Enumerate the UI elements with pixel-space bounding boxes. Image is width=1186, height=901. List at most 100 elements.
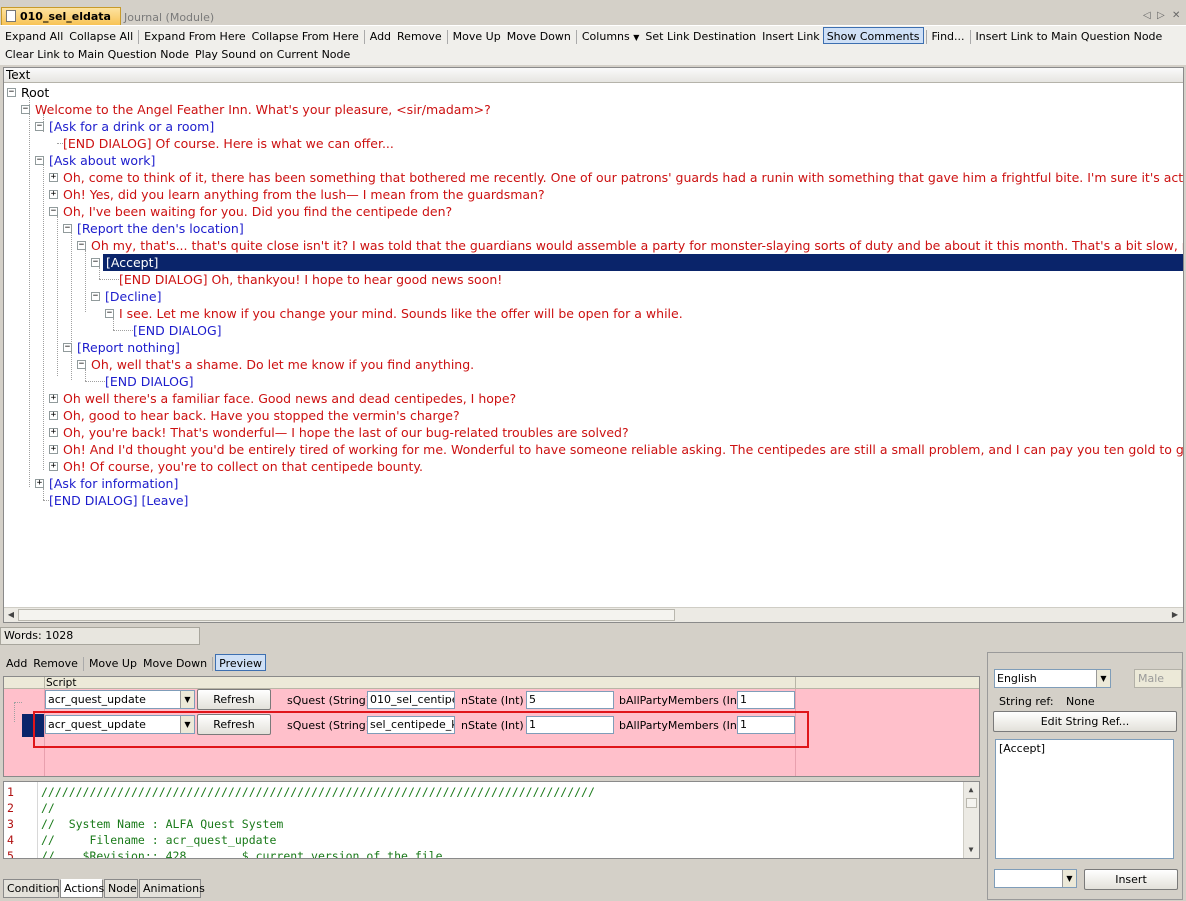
insert-token-select[interactable]: ▼ (994, 869, 1077, 888)
find-button[interactable]: Find... (929, 28, 968, 45)
clear-link-main-question-button[interactable]: Clear Link to Main Question Node (2, 46, 192, 63)
move-down-button[interactable]: Move Down (504, 28, 574, 45)
collapse-icon[interactable]: − (7, 88, 16, 97)
tab-node[interactable]: Node (104, 879, 138, 898)
tree-node[interactable]: + Oh, you're back! That's wonderful— I h… (4, 424, 1183, 441)
tree-node[interactable]: − Oh, I've been waiting for you. Did you… (4, 203, 1183, 220)
language-select[interactable]: English ▼ (994, 669, 1111, 688)
tree-node-selected[interactable]: [Accept] (103, 254, 1183, 271)
expand-icon[interactable]: + (35, 479, 44, 488)
collapse-icon[interactable]: − (49, 207, 58, 216)
scroll-down-icon[interactable]: ▼ (965, 844, 977, 856)
insert-button[interactable]: Insert (1084, 869, 1178, 890)
move-down-action-button[interactable]: Move Down (140, 655, 210, 672)
tree-node[interactable]: + Oh, come to think of it, there has bee… (4, 169, 1183, 186)
tree-node[interactable]: [END DIALOG] (4, 369, 1183, 390)
scroll-right-icon[interactable]: ▶ (1169, 609, 1181, 621)
tree-node[interactable]: − Oh my, that's... that's quite close is… (4, 237, 1183, 254)
insert-link-main-question-button[interactable]: Insert Link to Main Question Node (973, 28, 1166, 45)
scroll-thumb[interactable] (18, 609, 675, 621)
tab-conditions[interactable]: Conditions (3, 879, 65, 898)
refresh-button[interactable]: Refresh (197, 689, 271, 710)
expand-icon[interactable]: + (49, 428, 58, 437)
column-header-text[interactable]: Text (4, 68, 1183, 83)
tree-node[interactable]: [END DIALOG] [Leave] (4, 488, 1183, 509)
expand-icon[interactable]: + (49, 190, 58, 199)
ballparty-field[interactable]: 1 (737, 691, 795, 709)
gender-select[interactable]: Male (1134, 669, 1182, 688)
vertical-scrollbar[interactable]: ▲ ▼ (963, 782, 979, 858)
nstate-field[interactable]: 5 (526, 691, 614, 709)
tree-node[interactable]: − [Report the den's location] (4, 220, 1183, 237)
remove-action-button[interactable]: Remove (30, 655, 81, 672)
tree-node[interactable]: − I see. Let me know if you change your … (4, 305, 1183, 322)
tree-node-root[interactable]: − Root (4, 84, 1183, 101)
collapse-icon[interactable]: − (21, 105, 30, 114)
expand-icon[interactable]: + (49, 173, 58, 182)
tree-node[interactable]: [END DIALOG] (4, 318, 1183, 339)
scroll-right-icon[interactable]: ▷ (1157, 10, 1165, 21)
tree-node[interactable]: + Oh! Of course, you're to collect on th… (4, 458, 1183, 475)
scroll-left-icon[interactable]: ◁ (1143, 10, 1151, 21)
scroll-left-icon[interactable]: ◀ (5, 609, 17, 621)
squest-field[interactable]: 010_sel_centiped (367, 691, 455, 709)
tree-node[interactable]: − [Ask about work] (4, 152, 1183, 169)
collapse-icon[interactable]: − (63, 224, 72, 233)
insert-link-button[interactable]: Insert Link (759, 28, 823, 45)
expand-all-button[interactable]: Expand All (2, 28, 66, 45)
tree-node[interactable]: − Oh, well that's a shame. Do let me kno… (4, 356, 1183, 373)
collapse-icon[interactable]: − (63, 343, 72, 352)
chevron-down-icon[interactable]: ▼ (1096, 670, 1110, 687)
move-up-action-button[interactable]: Move Up (86, 655, 140, 672)
tree-node[interactable]: + [Ask for information] (4, 475, 1183, 492)
tree-node[interactable]: + Oh! Yes, did you learn anything from t… (4, 186, 1183, 203)
close-icon[interactable]: ✕ (1172, 10, 1180, 21)
tree-node[interactable]: [END DIALOG] Oh, thankyou! I hope to hea… (4, 267, 1183, 288)
remove-button[interactable]: Remove (394, 28, 445, 45)
script-select[interactable]: acr_quest_update ▼ (45, 690, 195, 709)
collapse-icon[interactable]: − (35, 122, 44, 131)
tree-node[interactable]: + Oh! And I'd thought you'd be entirely … (4, 441, 1183, 458)
node-text-editor[interactable]: [Accept] (995, 739, 1174, 859)
tree-node[interactable]: − [Decline] (4, 288, 1183, 305)
tab-journal-module[interactable]: Journal (Module) (124, 11, 214, 24)
scroll-up-icon[interactable]: ▲ (965, 784, 977, 796)
preview-toggle[interactable]: Preview (215, 654, 266, 671)
move-up-button[interactable]: Move Up (450, 28, 504, 45)
tab-010-sel-eldata[interactable]: 010_sel_eldata (1, 7, 121, 26)
add-button[interactable]: Add (367, 28, 394, 45)
tree-node[interactable]: + Oh, good to hear back. Have you stoppe… (4, 407, 1183, 424)
collapse-icon[interactable]: − (105, 309, 114, 318)
expand-icon[interactable]: + (49, 462, 58, 471)
set-link-destination-button[interactable]: Set Link Destination (642, 28, 759, 45)
tree-node[interactable]: − [Report nothing] (4, 339, 1183, 356)
tree-node[interactable]: + Oh well there's a familiar face. Good … (4, 390, 1183, 407)
collapse-from-here-button[interactable]: Collapse From Here (249, 28, 362, 45)
columns-dropdown[interactable]: Columns ▼ (579, 28, 643, 45)
collapse-icon[interactable]: − (77, 241, 86, 250)
tab-animations[interactable]: Animations (139, 879, 205, 898)
tree-node[interactable]: − [Ask for a drink or a room] (4, 118, 1183, 135)
expand-icon[interactable]: + (49, 445, 58, 454)
expand-from-here-button[interactable]: Expand From Here (141, 28, 248, 45)
expand-icon[interactable]: + (49, 411, 58, 420)
show-comments-toggle[interactable]: Show Comments (822, 27, 924, 44)
script-preview-editor[interactable]: 1 //////////////////////////////////////… (3, 781, 980, 859)
tree-node[interactable]: − Welcome to the Angel Feather Inn. What… (4, 101, 1183, 118)
collapse-icon[interactable]: − (91, 292, 100, 301)
scroll-thumb[interactable] (966, 798, 977, 808)
play-sound-button[interactable]: Play Sound on Current Node (192, 46, 353, 63)
collapse-icon[interactable]: − (77, 360, 86, 369)
chevron-down-icon[interactable]: ▼ (180, 691, 194, 708)
edit-string-ref-button[interactable]: Edit String Ref... (993, 711, 1177, 732)
expand-icon[interactable]: + (49, 394, 58, 403)
collapse-all-button[interactable]: Collapse All (66, 28, 136, 45)
column-header-script[interactable]: Script (46, 677, 76, 689)
horizontal-scrollbar[interactable]: ◀ ▶ (4, 607, 1183, 622)
tab-actions[interactable]: Actions (60, 879, 104, 898)
tree-node[interactable]: [END DIALOG] Of course. Here is what we … (4, 135, 1183, 152)
chevron-down-icon[interactable]: ▼ (1062, 870, 1076, 887)
collapse-icon[interactable]: − (35, 156, 44, 165)
collapse-icon[interactable]: − (91, 258, 100, 267)
add-action-button[interactable]: Add (3, 655, 30, 672)
